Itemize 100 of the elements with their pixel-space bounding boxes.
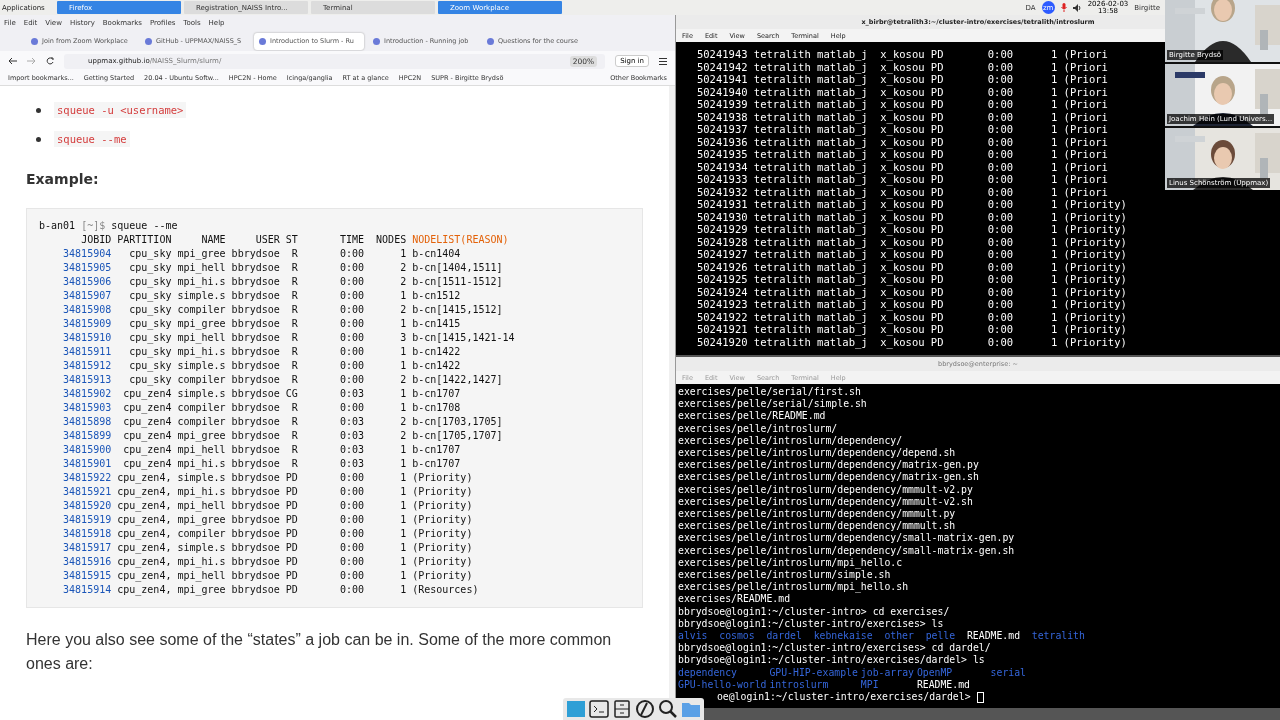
code-text: b-cn[1404,1511] <box>411 261 503 275</box>
swirl-icon[interactable] <box>635 699 655 719</box>
code-text: R <box>290 401 298 415</box>
code-text: cpu_zen4 <box>122 429 172 443</box>
code-text: bbrydsoe <box>230 541 280 555</box>
file-name: job-array <box>860 666 915 679</box>
code-text: 1 <box>399 443 407 457</box>
microphone-icon[interactable] <box>1060 3 1067 12</box>
search-icon[interactable] <box>658 699 678 719</box>
code-text: mpi_gree <box>176 317 226 331</box>
code-text: cpu_sky <box>128 289 172 303</box>
code-text: 1 <box>399 387 407 401</box>
terminal-line: 50241933 tetralith matlab_j x_kosou PD 0:00 1 (Priori <box>695 173 1108 186</box>
code-text: b-cn1512 <box>411 289 461 303</box>
code-text: 34815915 <box>62 569 112 583</box>
code-text: R <box>290 275 298 289</box>
terminal-line: 50241926 tetralith matlab_j x_kosou PD 0:00 1 (Priority) <box>695 260 1127 273</box>
terminal-line: 50241931 tetralith matlab_j x_kosou PD 0:00 1 (Priority) <box>695 198 1127 211</box>
code-text: simple.s <box>176 289 226 303</box>
code-text: cpu_sky <box>128 247 172 261</box>
code-text: cpu_sky <box>128 261 172 275</box>
code-text: bbrydsoe <box>230 569 280 583</box>
terminal-line: 50241922 tetralith matlab_j x_kosou PD 0:00 1 (Priority) <box>695 310 1127 323</box>
inline-code: squeue -u <username> <box>54 102 187 118</box>
code-text: bbrydsoe <box>230 331 280 345</box>
code-text: 1 <box>399 569 407 583</box>
code-text: R <box>290 331 298 345</box>
file-name: README.md <box>916 678 971 692</box>
code-text: mpi_gree <box>176 429 226 443</box>
code-text: cpu_zen4 <box>122 457 172 471</box>
terminal-line: exercises/pelle/introslurm/dependency/mmmult.py <box>678 508 956 521</box>
code-text: cpu_zen4, <box>116 499 172 513</box>
code-text: 34815920 <box>62 499 112 513</box>
terminal-line: exercises/pelle/introslurm/simple.sh <box>678 569 891 582</box>
code-text: b-cn[1422,1427] <box>411 373 503 387</box>
code-text: mpi_hi.s <box>176 555 226 569</box>
terminal-line: exercises/pelle/introslurm/mpi_hello.sh <box>678 581 909 594</box>
code-text: 2 <box>399 429 407 443</box>
code-text: bbrydsoe <box>230 485 280 499</box>
terminal-line: exercises/pelle/README.md <box>678 410 826 423</box>
code-text: mpi_hi.s <box>176 275 226 289</box>
code-text: mpi_hell <box>176 331 226 345</box>
code-text: 1 <box>399 401 407 415</box>
code-text: b-an01 <box>39 219 77 233</box>
terminal-line: bbrydsoe@login1:~/cluster-intro/exercises> cd dardel/ <box>678 642 991 655</box>
code-text: b-cn[1705,1707] <box>411 429 503 443</box>
code-text: mpi_hi.s <box>176 457 226 471</box>
code-text: (Priority) <box>411 499 473 513</box>
code-text: bbrydsoe <box>230 373 280 387</box>
code-text: 0:03 <box>338 387 365 401</box>
code-text: bbrydsoe <box>230 583 280 597</box>
code-text: b-cn1415 <box>411 317 461 331</box>
code-text: simple.s <box>176 541 226 555</box>
code-text: bbrydsoe <box>230 289 280 303</box>
terminal-line: exercises/pelle/serial/simple.sh <box>678 398 867 411</box>
code-text: cpu_zen4 <box>122 387 172 401</box>
terminal-icon[interactable] <box>589 699 609 719</box>
terminal-line: 50241940 tetralith matlab_j x_kosou PD 0:00 1 (Priori <box>695 85 1108 98</box>
code-text: 34815919 <box>62 513 112 527</box>
terminal-line: exercises/pelle/introslurm/dependency/small-matrix-gen.py <box>678 532 1015 545</box>
code-text: bbrydsoe <box>230 443 280 457</box>
code-text: PARTITION <box>116 233 172 247</box>
code-text: simple.s <box>176 387 226 401</box>
code-text: 34815909 <box>62 317 112 331</box>
code-text: PD <box>284 541 298 555</box>
terminal-line: exercises/pelle/serial/first.sh <box>678 386 861 399</box>
file-name: MPI <box>860 678 880 692</box>
reload-icon[interactable] <box>46 57 54 65</box>
terminal-line: bbrydsoe@login1:~/cluster-intro/exercises/dardel> ls <box>678 654 985 667</box>
menu-icon[interactable] <box>659 57 667 65</box>
code-text: b-cn1422 <box>411 345 461 359</box>
terminal-line: 50241941 tetralith matlab_j x_kosou PD 0:00 1 (Priori <box>695 73 1108 86</box>
code-text: cpu_zen4, <box>116 541 172 555</box>
code-text: cpu_zen4, <box>116 513 172 527</box>
code-text: 2 <box>399 373 407 387</box>
cabinet-icon[interactable] <box>612 699 632 719</box>
code-text: 1 <box>399 513 407 527</box>
back-icon[interactable] <box>8 57 17 65</box>
terminal-line: 50241935 tetralith matlab_j x_kosou PD 0:00 1 (Priori <box>695 148 1108 161</box>
code-text: compiler <box>176 415 226 429</box>
code-text: (Priority) <box>411 541 473 555</box>
file-name: dardel <box>766 630 802 643</box>
code-text: (Priority) <box>411 471 473 485</box>
code-text: simple.s <box>176 359 226 373</box>
terminal-line: exercises/pelle/introslurm/mpi_hello.c <box>678 556 903 570</box>
terminal-line: 50241921 tetralith matlab_j x_kosou PD 0:00 1 (Priority) <box>695 323 1127 336</box>
terminal-line: 50241932 tetralith matlab_j x_kosou PD 0:00 1 (Priori <box>695 185 1108 198</box>
speaker-icon[interactable] <box>1072 3 1082 12</box>
code-text: USER <box>254 233 280 247</box>
code-text: mpi_hell <box>176 261 226 275</box>
terminal-line: 50241925 tetralith matlab_j x_kosou PD 0:00 1 (Priority) <box>695 273 1127 286</box>
terminal-line: exercises/README.md <box>678 593 791 606</box>
cursor <box>976 691 984 703</box>
code-text: 34815905 <box>62 261 112 275</box>
code-text: cpu_sky <box>128 303 172 317</box>
terminal-line: 50241924 tetralith matlab_j x_kosou PD 0:00 1 (Priority) <box>695 285 1127 298</box>
code-text: cpu_zen4, <box>116 527 172 541</box>
code-text: [~]$ <box>81 219 106 233</box>
file-name: pelle <box>925 630 956 643</box>
bullet-icon <box>36 136 41 142</box>
